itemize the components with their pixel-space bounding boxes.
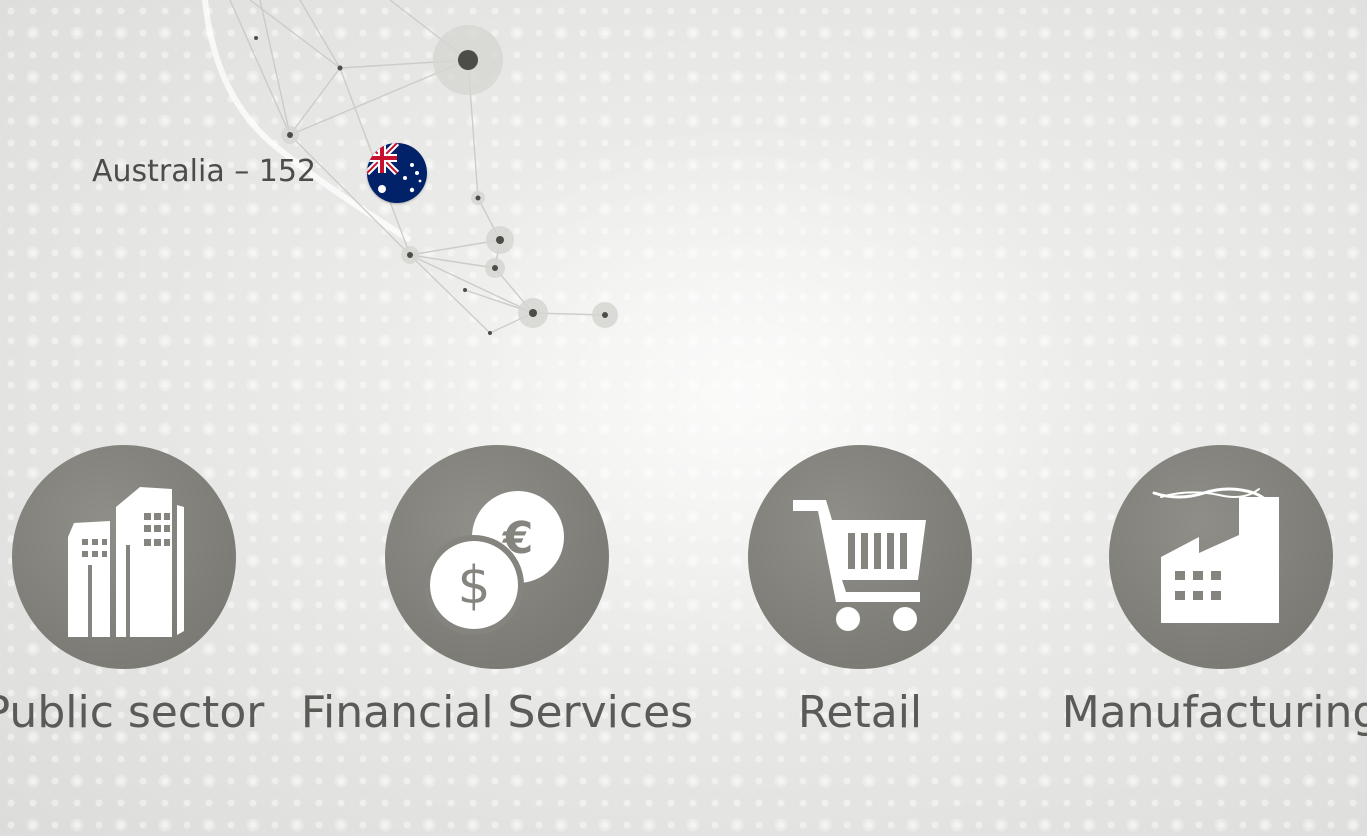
australia-flag-icon	[367, 143, 427, 203]
sector-label: Retail	[797, 687, 923, 738]
shopping-cart-icon	[793, 500, 926, 631]
sector-icon-circle	[12, 445, 236, 669]
sector-label: Public sector	[0, 687, 265, 738]
sector-financial-services[interactable]: € $ Financial Services	[301, 445, 693, 745]
sector-retail[interactable]: Retail	[710, 445, 1010, 745]
buildings-icon	[68, 487, 184, 637]
sector-icon-circle	[1109, 445, 1333, 669]
sector-public-sector[interactable]: Public sector	[0, 445, 274, 745]
sector-icon-circle: € $	[385, 445, 609, 669]
sector-label: Manufacturing	[1061, 687, 1367, 738]
country-count-label: Australia – 152	[92, 154, 317, 189]
sector-manufacturing[interactable]: Manufacturing	[1062, 445, 1367, 745]
sector-icon-circle	[748, 445, 972, 669]
svg-text:$: $	[457, 556, 490, 616]
factory-icon	[1152, 487, 1279, 623]
sector-label: Financial Services	[300, 687, 694, 738]
currency-coins-icon: € $	[424, 491, 564, 635]
